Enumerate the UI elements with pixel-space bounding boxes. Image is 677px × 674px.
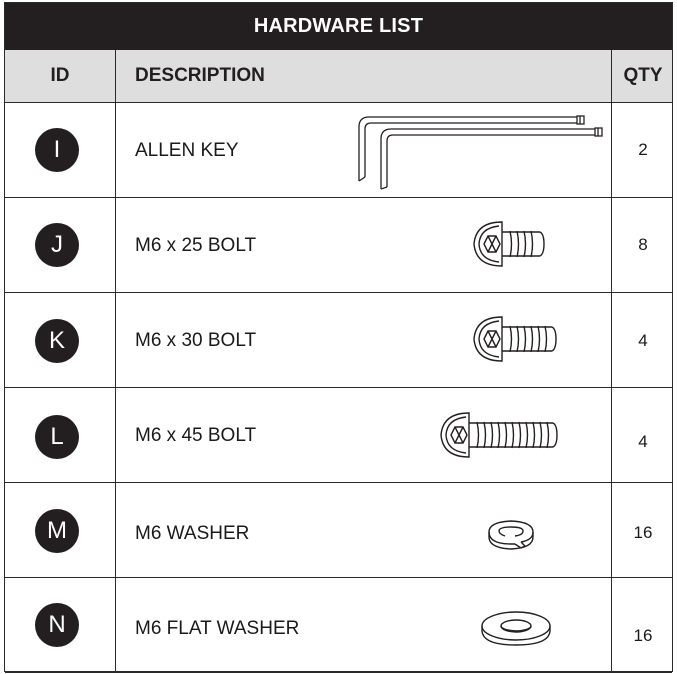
column-divider: [115, 50, 116, 671]
header-row: ID DESCRIPTION QTY: [5, 50, 672, 103]
table-row: K M6 x 30 BOLT 4: [5, 293, 672, 388]
flat-washer-icon: [477, 608, 555, 650]
header-description: DESCRIPTION: [135, 65, 265, 86]
bolt-25-icon: [468, 218, 548, 270]
table-row: M M6 WASHER 16: [5, 483, 672, 578]
row-description: ALLEN KEY: [135, 140, 239, 161]
bolt-45-icon: [435, 409, 561, 461]
lock-washer-icon: [481, 514, 541, 554]
row-description: M6 x 30 BOLT: [135, 330, 257, 351]
hardware-list-table: HARDWARE LIST ID DESCRIPTION QTY I ALLEN…: [4, 2, 673, 673]
id-badge: J: [35, 223, 79, 267]
row-qty: 16: [633, 523, 653, 542]
row-qty: 4: [638, 432, 648, 451]
table-title: HARDWARE LIST: [5, 3, 672, 50]
row-qty: 8: [638, 235, 648, 254]
table-row: L M6 x 45 BOLT 4: [5, 388, 672, 483]
row-description: M6 FLAT WASHER: [135, 618, 300, 639]
row-description: M6 WASHER: [135, 523, 250, 544]
row-qty: 4: [638, 331, 648, 350]
column-divider: [611, 50, 612, 671]
table-row: N M6 FLAT WASHER 16: [5, 578, 672, 673]
table-row: I ALLEN KEY 2: [5, 103, 672, 198]
bolt-30-icon: [468, 313, 560, 365]
id-badge: M: [35, 509, 79, 553]
row-qty: 16: [633, 626, 653, 645]
id-badge: K: [35, 319, 79, 363]
id-badge: I: [35, 128, 79, 172]
row-qty: 2: [638, 140, 648, 159]
header-qty: QTY: [623, 65, 663, 86]
table-row: J M6 x 25 BOLT 8: [5, 198, 672, 293]
header-id: ID: [50, 65, 70, 86]
row-description: M6 x 25 BOLT: [135, 235, 257, 256]
allen-key-icon: [355, 111, 605, 193]
row-description: M6 x 45 BOLT: [135, 425, 257, 446]
id-badge: N: [35, 603, 79, 647]
id-badge: L: [35, 415, 79, 459]
